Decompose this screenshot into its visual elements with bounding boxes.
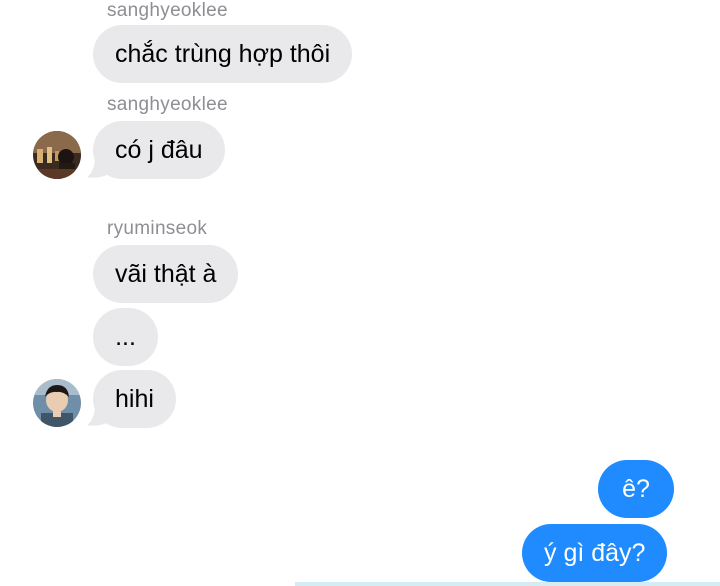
sender-name: sanghyeoklee <box>107 0 228 21</box>
composer-edge <box>295 582 720 586</box>
message-text: ê? <box>622 474 650 503</box>
incoming-message-bubble[interactable]: vãi thật à <box>93 245 239 303</box>
message-text: chắc trùng hợp thôi <box>115 39 331 68</box>
message-text: vãi thật à <box>115 259 217 288</box>
sender-name: sanghyeoklee <box>107 94 228 115</box>
sender-name: ryuminseok <box>107 218 208 239</box>
avatar[interactable] <box>33 131 81 179</box>
outgoing-message-bubble[interactable]: ê? <box>598 460 674 518</box>
incoming-message-bubble[interactable]: hihi <box>93 370 176 428</box>
incoming-message-bubble[interactable]: chắc trùng hợp thôi <box>93 25 353 83</box>
incoming-message-bubble[interactable]: có j đâu <box>93 121 225 179</box>
outgoing-message-bubble[interactable]: ý gì đây? <box>522 524 668 582</box>
message-text: có j đâu <box>115 135 203 164</box>
avatar[interactable] <box>33 379 81 427</box>
message-text: hihi <box>115 384 154 413</box>
message-text: ý gì đây? <box>544 538 646 567</box>
message-text: ... <box>115 322 136 351</box>
incoming-message-bubble[interactable]: ... <box>93 308 158 366</box>
